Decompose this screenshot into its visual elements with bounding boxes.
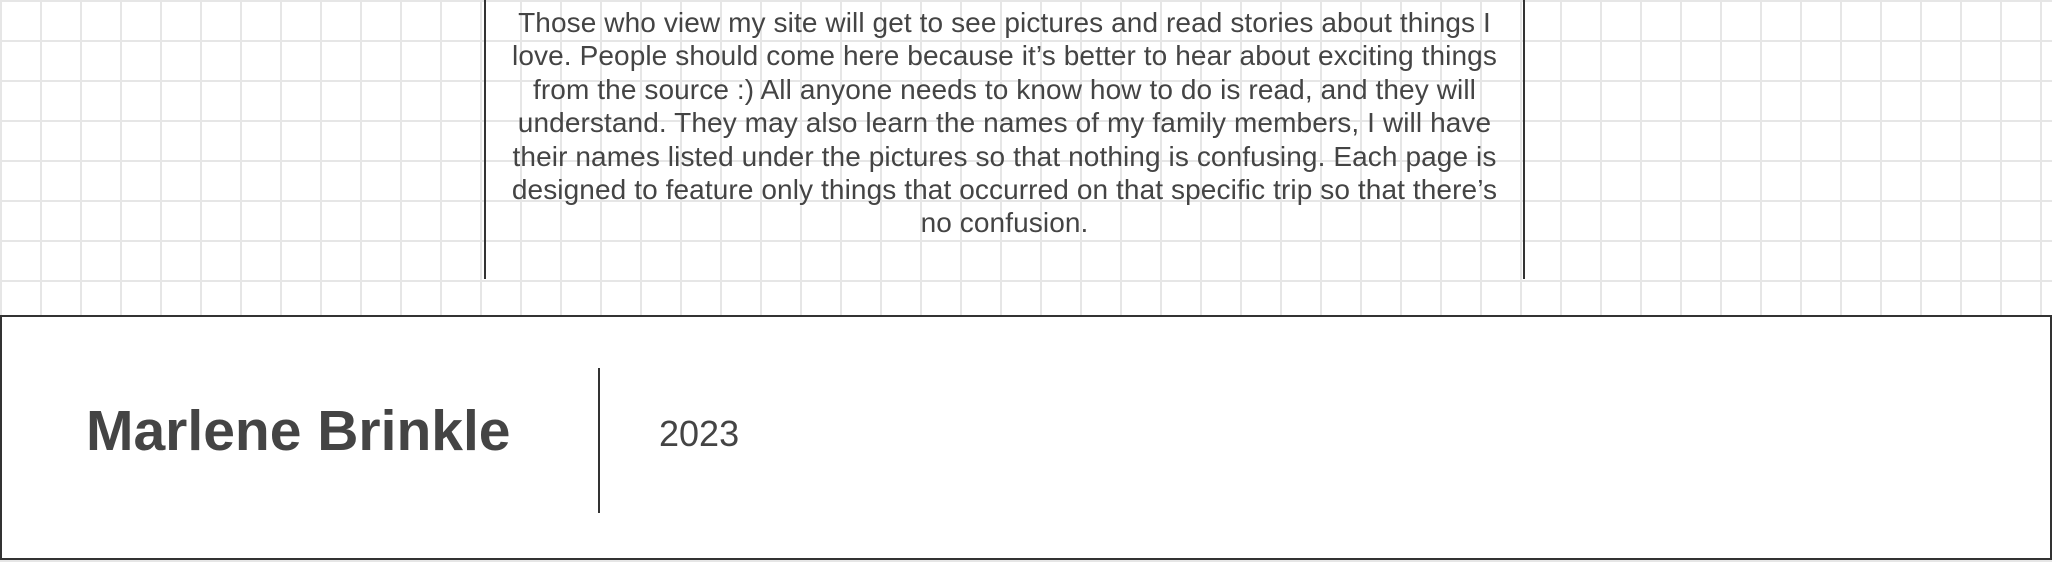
author-name: Marlene Brinkle [86,399,511,463]
intro-panel: Those who view my site will get to see p… [484,0,1525,279]
footer: Marlene Brinkle 2023 [0,315,2052,560]
footer-divider [598,368,600,513]
intro-paragraph: Those who view my site will get to see p… [511,7,1498,239]
footer-year: 2023 [659,413,740,454]
